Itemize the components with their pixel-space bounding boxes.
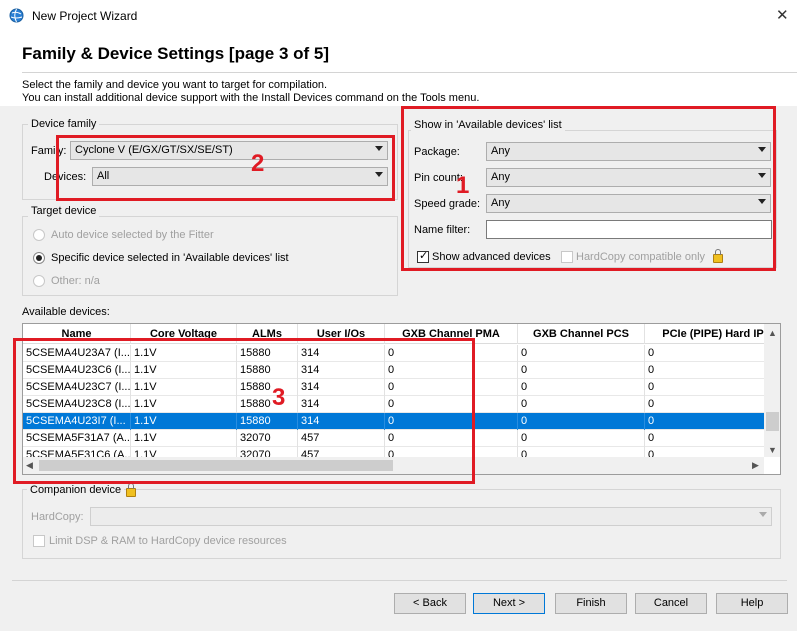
auto-device-radio[interactable] [33, 229, 45, 241]
chevron-down-icon [759, 512, 767, 517]
annotation-box-2 [56, 135, 395, 201]
cell-pcie: 0 [645, 413, 780, 430]
cell-pcie: 0 [645, 430, 780, 447]
limit-dsp-checkbox[interactable] [33, 535, 45, 547]
help-button[interactable]: Help [716, 593, 788, 614]
scroll-right-icon[interactable]: ▶ [752, 460, 759, 471]
vertical-scrollbar[interactable]: ▲ ▼ [764, 324, 780, 457]
cell-pcie: 0 [645, 396, 780, 413]
description-line-2: You can install additional device suppor… [22, 92, 480, 104]
description-line-1: Select the family and device you want to… [22, 79, 328, 91]
cell-gxb-pcs: 0 [518, 396, 645, 413]
scroll-down-icon[interactable]: ▼ [768, 445, 777, 455]
cell-gxb-pcs: 0 [518, 345, 645, 362]
specific-device-label: Specific device selected in 'Available d… [51, 252, 289, 264]
radio-selected-dot [36, 255, 42, 261]
back-button[interactable]: < Back [394, 593, 466, 614]
annotation-number-3: 3 [272, 384, 286, 411]
column-header-pcie[interactable]: PCIe (PIPE) Hard IP [645, 324, 780, 344]
finish-button[interactable]: Finish [555, 593, 627, 614]
cell-gxb-pcs: 0 [518, 430, 645, 447]
cell-gxb-pcs: 0 [518, 413, 645, 430]
header-divider [22, 72, 797, 73]
hardcopy-label: HardCopy: [31, 511, 84, 523]
vertical-scroll-thumb[interactable] [766, 412, 779, 431]
annotation-number-1: 1 [456, 172, 470, 199]
specific-device-radio[interactable] [33, 252, 45, 264]
annotation-box-3 [13, 338, 475, 484]
limit-dsp-label: Limit DSP & RAM to HardCopy device resou… [49, 535, 287, 547]
cell-gxb-pcs: 0 [518, 362, 645, 379]
cell-gxb-pcs: 0 [518, 379, 645, 396]
annotation-number-2: 2 [251, 150, 265, 177]
page-title: Family & Device Settings [page 3 of 5] [22, 44, 330, 63]
scroll-up-icon[interactable]: ▲ [768, 328, 777, 338]
available-devices-label: Available devices: [22, 306, 110, 318]
app-globe-icon [9, 8, 24, 23]
cancel-button[interactable]: Cancel [635, 593, 707, 614]
other-device-label: Other: n/a [51, 275, 100, 287]
next-button[interactable]: Next > [473, 593, 545, 614]
companion-device-label: Companion device [27, 484, 125, 496]
cell-pcie: 0 [645, 345, 780, 362]
cell-pcie: 0 [645, 379, 780, 396]
target-device-label: Target device [28, 205, 100, 217]
hardcopy-combo[interactable] [90, 507, 772, 526]
device-family-label: Device family [28, 118, 100, 130]
column-header-gxb-pcs[interactable]: GXB Channel PCS [518, 324, 645, 344]
footer-divider [12, 580, 787, 581]
lock-icon [126, 483, 136, 497]
close-icon[interactable]: ✕ [776, 6, 789, 24]
other-device-radio[interactable] [33, 275, 45, 287]
window-title: New Project Wizard [32, 9, 138, 23]
auto-device-label: Auto device selected by the Fitter [51, 229, 214, 241]
cell-pcie: 0 [645, 362, 780, 379]
